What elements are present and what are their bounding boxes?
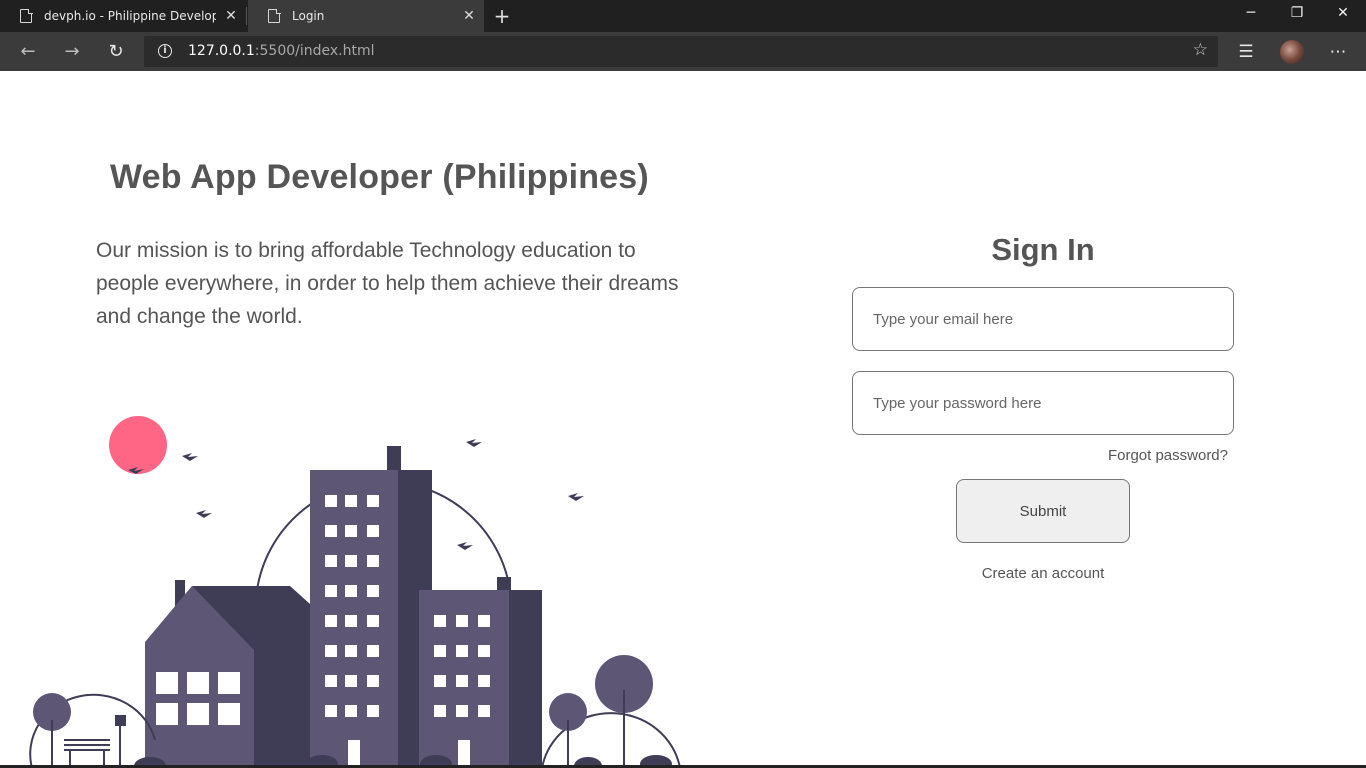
more-icon[interactable]: ⋯ [1324,38,1352,66]
close-icon[interactable]: ✕ [454,8,484,24]
tab-separator [246,7,247,25]
url-text: 127.0.0.1:5500/index.html [188,43,375,59]
browser-tab-bar: devph.io - Philippine Developers ✕ Login… [0,0,1366,32]
url-path: :5500/index.html [254,43,375,59]
new-tab-button[interactable]: + [490,4,514,28]
email-field[interactable] [852,287,1234,351]
restore-icon[interactable]: ❐ [1274,0,1320,32]
page-icon [20,8,33,23]
page-icon [268,8,281,23]
forgot-password-link[interactable]: Forgot password? [1040,447,1228,464]
profile-avatar[interactable] [1280,40,1304,64]
back-arrow-icon[interactable]: ← [14,38,42,66]
browser-nav-bar: ← → ↻ i 127.0.0.1:5500/index.html ☆ ☰ ⋯ [0,32,1366,71]
page-title: Web App Developer (Philippines) [110,158,649,196]
tab-devph[interactable]: devph.io - Philippine Developers ✕ [0,0,246,32]
close-icon[interactable]: ✕ [216,8,246,24]
city-illustration [29,416,681,768]
submit-button[interactable]: Submit [956,479,1130,543]
mission-text: Our mission is to bring affordable Techn… [96,239,679,328]
star-icon[interactable]: ☆ [1193,40,1208,60]
minimize-icon[interactable]: ─ [1228,0,1274,32]
address-bar[interactable]: i 127.0.0.1:5500/index.html ☆ [144,36,1218,67]
url-host: 127.0.0.1 [188,43,255,59]
tab-title: Login [292,9,325,23]
tab-title: devph.io - Philippine Developers [44,9,216,23]
password-field[interactable] [852,371,1234,435]
info-icon[interactable]: i [158,44,172,58]
signin-title: Sign In [991,232,1095,267]
sun-shape [109,416,167,474]
favorites-icon[interactable]: ☰ [1232,38,1260,66]
tab-login[interactable]: Login ✕ [248,0,484,32]
create-account-link[interactable]: Create an account [852,565,1234,582]
close-window-icon[interactable]: ✕ [1320,0,1366,32]
refresh-icon[interactable]: ↻ [102,38,130,66]
forward-arrow-icon[interactable]: → [58,38,86,66]
